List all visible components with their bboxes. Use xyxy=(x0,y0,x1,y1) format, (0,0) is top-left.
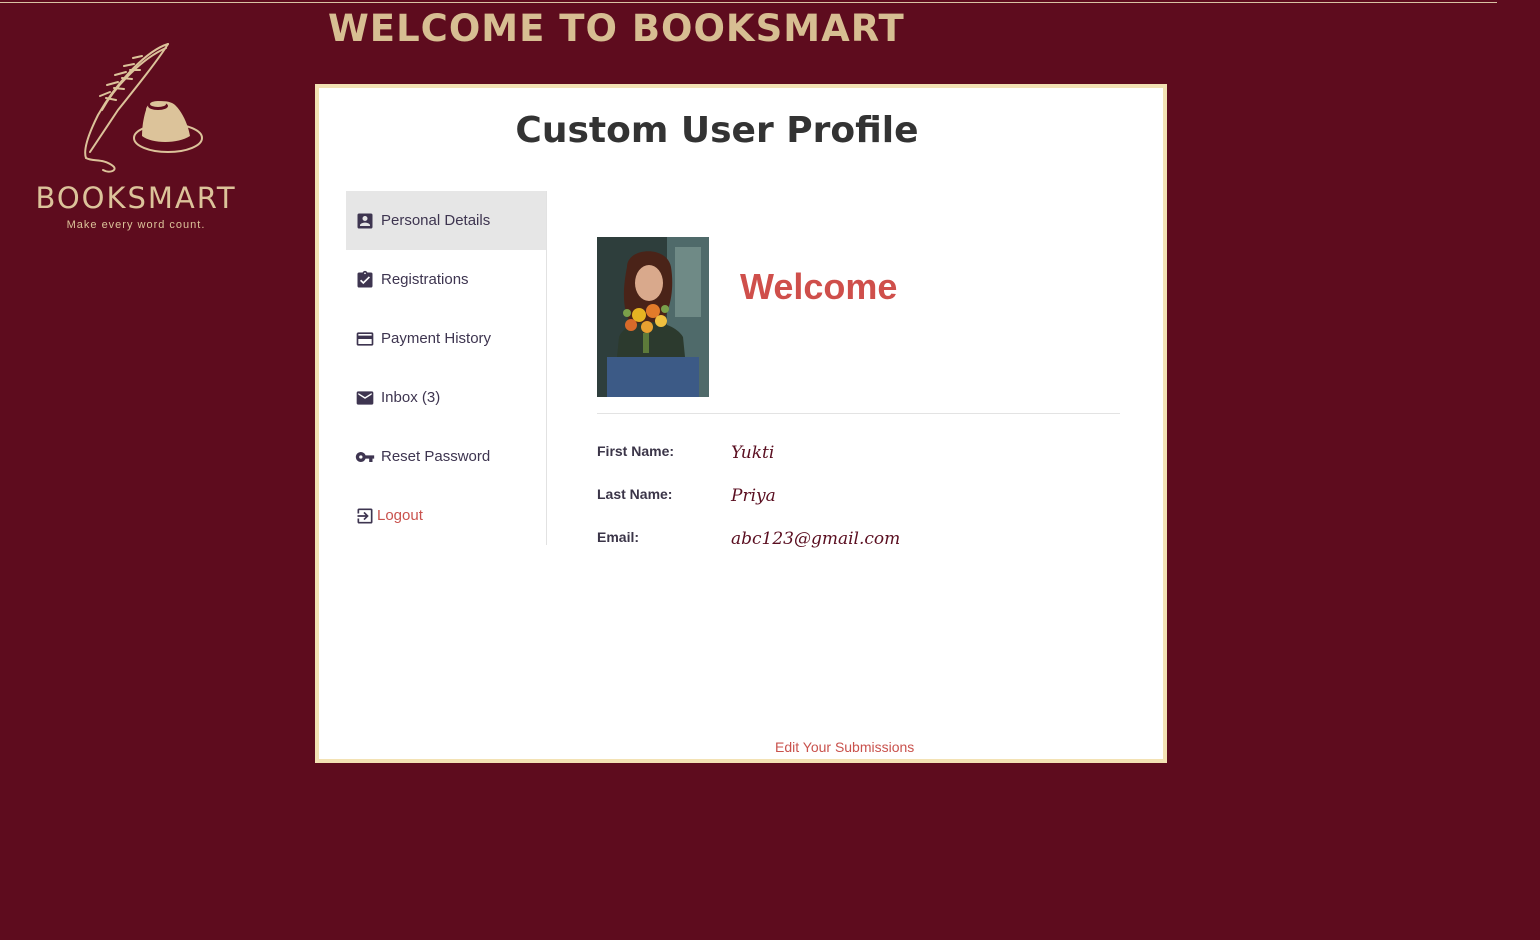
account-box-icon xyxy=(355,211,375,231)
brand-name: BOOKSMART xyxy=(35,181,237,215)
brand-tagline: Make every word count. xyxy=(66,219,206,231)
last-name-value: Priya xyxy=(731,486,776,506)
booksmart-logo[interactable]: BOOKSMART Make every word count. xyxy=(18,40,254,240)
profile-sidebar: Personal Details Registrations Payment H… xyxy=(346,191,547,545)
exit-icon xyxy=(355,506,375,526)
sidebar-item-label: Payment History xyxy=(381,330,492,347)
top-divider-line xyxy=(0,2,1497,3)
email-value: abc123@gmail.com xyxy=(731,529,901,549)
email-label: Email: xyxy=(597,529,640,545)
sidebar-item-label: Registrations xyxy=(381,271,469,288)
last-name-label: Last Name: xyxy=(597,486,673,502)
sidebar-item-inbox[interactable]: Inbox (3) xyxy=(346,368,546,427)
first-name-value: Yukti xyxy=(731,443,775,463)
first-name-label: First Name: xyxy=(597,443,675,459)
profile-divider xyxy=(597,413,1120,414)
key-icon xyxy=(355,447,375,467)
profile-avatar[interactable] xyxy=(597,237,709,397)
clipboard-check-icon xyxy=(355,270,375,290)
sidebar-item-label: Reset Password xyxy=(381,448,491,465)
email-row: Email: abc123@gmail.com xyxy=(597,529,1120,553)
sidebar-item-personal-details[interactable]: Personal Details xyxy=(346,191,546,250)
sidebar-item-payment-history[interactable]: Payment History xyxy=(346,309,546,368)
quill-and-inkpot-icon xyxy=(84,43,203,173)
last-name-row: Last Name: Priya xyxy=(597,486,1120,510)
welcome-heading: Welcome xyxy=(740,266,898,307)
credit-card-icon xyxy=(355,329,375,349)
sidebar-item-logout[interactable]: Logout xyxy=(346,486,546,545)
first-name-row: First Name: Yukti xyxy=(597,443,1120,467)
edit-submissions-link[interactable]: Edit Your Submissions xyxy=(775,739,914,755)
profile-card: Custom User Profile Personal Details Reg… xyxy=(315,84,1167,763)
site-title: WELCOME TO BOOKSMART xyxy=(328,7,905,50)
sidebar-item-label: Inbox (3) xyxy=(381,389,441,406)
card-title: Custom User Profile xyxy=(515,110,919,151)
mail-icon xyxy=(355,388,375,408)
sidebar-item-registrations[interactable]: Registrations xyxy=(346,250,546,309)
sidebar-item-label: Logout xyxy=(377,507,423,524)
sidebar-item-label: Personal Details xyxy=(381,212,491,229)
sidebar-item-reset-password[interactable]: Reset Password xyxy=(346,427,546,486)
